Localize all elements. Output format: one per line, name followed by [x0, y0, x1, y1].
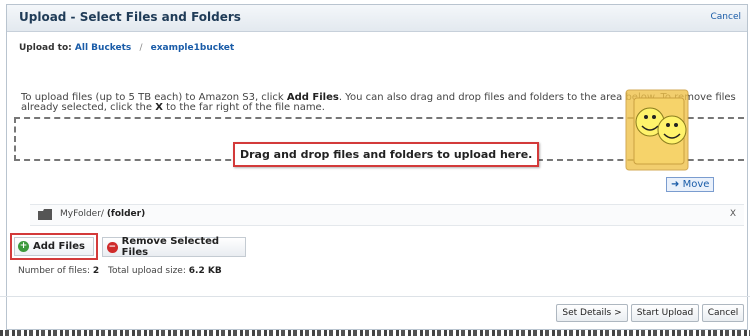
plus-icon: +: [18, 241, 29, 252]
minus-icon: −: [107, 241, 118, 253]
breadcrumb: Upload to: All Buckets / example1bucket: [19, 43, 234, 53]
folder-icon: [38, 209, 52, 220]
drop-zone-label: Drag and drop files and folders to uploa…: [233, 142, 540, 167]
start-upload-button[interactable]: Start Upload: [631, 304, 699, 322]
move-arrow-icon: ➜: [671, 179, 680, 190]
instructions-text-3: to the far right of the file name.: [162, 102, 325, 113]
footer-divider: [0, 296, 750, 297]
file-name: MyFolder/ (folder): [60, 209, 145, 219]
file-name-text: MyFolder/: [60, 209, 104, 219]
breadcrumb-prefix: Upload to:: [19, 43, 72, 53]
file-count: 2: [92, 266, 100, 276]
move-drag-label: ➜ Move: [666, 177, 715, 192]
move-label: Move: [682, 179, 710, 190]
breadcrumb-bucket[interactable]: example1bucket: [151, 43, 235, 53]
instructions-x: X: [155, 102, 163, 113]
add-files-label: Add Files: [33, 241, 85, 252]
upload-size-label: Total upload size:: [108, 266, 186, 276]
cancel-button[interactable]: Cancel: [702, 304, 744, 322]
upload-stats: Number of files: 2 Total upload size: 6.…: [18, 266, 222, 276]
file-row[interactable]: MyFolder/ (folder) X: [30, 204, 744, 226]
dialog-title: Upload - Select Files and Folders: [19, 10, 241, 24]
file-count-label: Number of files:: [18, 266, 90, 276]
remove-selected-label: Remove Selected Files: [121, 236, 220, 258]
breadcrumb-separator: /: [139, 43, 143, 53]
remove-file-x-icon[interactable]: X: [730, 209, 736, 219]
breadcrumb-all-buckets[interactable]: All Buckets: [75, 43, 131, 53]
set-details-button[interactable]: Set Details >: [556, 304, 628, 322]
cropped-text-strip: [0, 330, 750, 336]
remove-selected-files-button[interactable]: − Remove Selected Files: [102, 236, 246, 258]
add-files-button[interactable]: + Add Files: [14, 237, 94, 256]
cancel-link[interactable]: Cancel: [711, 12, 742, 22]
smiley-folder-icon[interactable]: [620, 84, 696, 176]
upload-size: 6.2 KB: [188, 266, 222, 276]
title-bar: Upload - Select Files and Folders Cancel: [7, 5, 747, 32]
add-files-highlight[interactable]: + Add Files: [10, 233, 98, 260]
file-kind: (folder): [106, 209, 146, 219]
